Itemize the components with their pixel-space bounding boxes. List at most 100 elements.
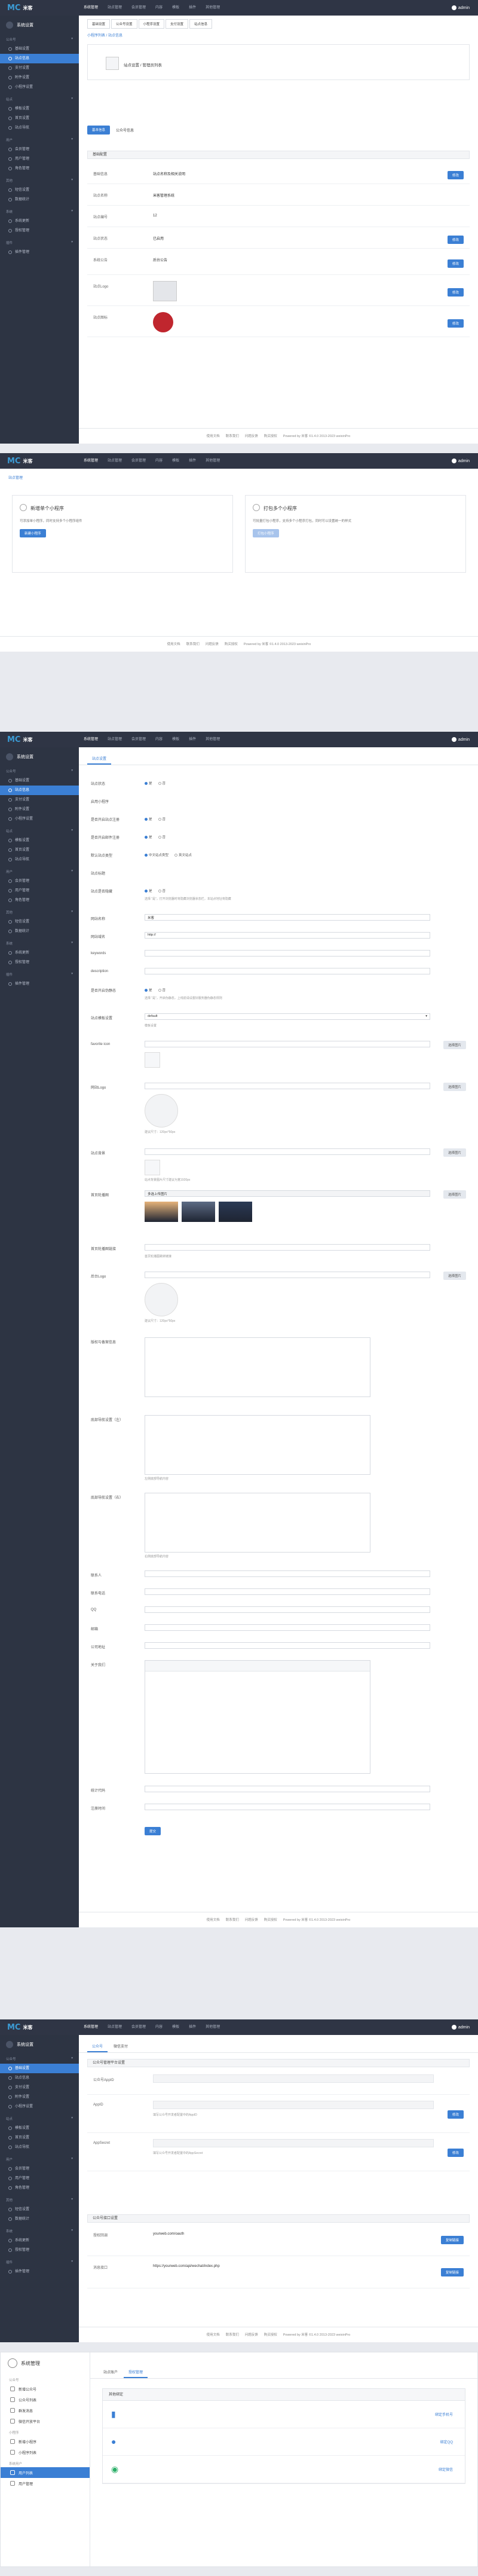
sidebar-group[interactable]: 插件 ▾ xyxy=(0,238,79,247)
top-nav-item[interactable]: 内容 xyxy=(151,453,167,469)
copy-link-button[interactable]: 复制链接 xyxy=(440,2236,464,2244)
choose-image-button[interactable]: 选择图片 xyxy=(443,1083,466,1091)
top-nav-item[interactable]: 插件 xyxy=(184,0,201,16)
sidebar-item[interactable]: 基础设置 xyxy=(0,2064,79,2073)
footer-link[interactable]: 问题反馈 xyxy=(245,2333,258,2337)
user-menu[interactable]: admin xyxy=(451,459,478,463)
top-nav-item[interactable]: 会员管理 xyxy=(127,0,151,16)
text-input[interactable]: 多选上传图片 xyxy=(145,1190,430,1197)
top-nav-item[interactable]: 模板 xyxy=(167,453,184,469)
sidebar-group[interactable]: 系统 ▾ xyxy=(0,2226,79,2236)
sidebar-item[interactable]: 授权管理 xyxy=(0,226,79,236)
radio-icon[interactable] xyxy=(158,782,161,785)
edit-button[interactable]: 修改 xyxy=(447,288,464,297)
top-nav-item[interactable]: 插件 xyxy=(184,732,201,747)
sidebar-item[interactable]: 数据统计 xyxy=(0,195,79,204)
user-menu[interactable]: admin xyxy=(451,737,478,742)
top-nav-item[interactable]: 其他管理 xyxy=(201,0,225,16)
sidebar-item[interactable]: 角色管理 xyxy=(0,164,79,173)
text-input[interactable] xyxy=(145,1606,430,1613)
tab-basic-info[interactable]: 基本信息 xyxy=(87,126,111,135)
sidebar-item[interactable]: 插件管理 xyxy=(0,979,79,989)
top-nav-item[interactable]: 站点管理 xyxy=(103,2019,127,2035)
edit-button[interactable]: 修改 xyxy=(447,236,464,244)
edit-button[interactable]: 修改 xyxy=(447,319,464,328)
sidebar-item[interactable]: 公众号列表 xyxy=(1,2394,90,2405)
text-input[interactable] xyxy=(145,968,430,974)
top-nav-item[interactable]: 会员管理 xyxy=(127,732,151,747)
sidebar-item[interactable]: 模板设置 xyxy=(0,836,79,845)
user-menu[interactable]: admin xyxy=(451,2025,478,2030)
tab[interactable]: 微信支付 xyxy=(109,2041,133,2052)
sidebar-item[interactable]: 新增公众号 xyxy=(1,2384,90,2394)
choose-image-button[interactable]: 选择图片 xyxy=(443,1041,466,1049)
sidebar-group[interactable]: 用户 ▾ xyxy=(0,2155,79,2164)
top-nav-item[interactable]: 站点管理 xyxy=(103,453,127,469)
top-tab[interactable]: 基础设置 xyxy=(87,19,111,29)
top-nav-item[interactable]: 模板 xyxy=(167,0,184,16)
sidebar-item[interactable]: 站点导航 xyxy=(0,123,79,133)
sidebar-item[interactable]: 支付设置 xyxy=(0,795,79,805)
pack-miniprogram-button[interactable]: 打包小程序 xyxy=(253,529,279,537)
text-input[interactable] xyxy=(145,1570,430,1577)
text-input[interactable] xyxy=(145,1804,430,1810)
text-input[interactable] xyxy=(153,2139,434,2147)
top-tab[interactable]: 小程序设置 xyxy=(138,19,165,29)
sidebar-group[interactable]: 用户 ▾ xyxy=(0,135,79,145)
sidebar-item[interactable]: 小程序设置 xyxy=(0,82,79,92)
sidebar-item[interactable]: 小程序列表 xyxy=(1,2447,90,2458)
radio-icon[interactable] xyxy=(158,989,161,992)
sidebar-item[interactable]: 会员管理 xyxy=(0,876,79,886)
sidebar-group[interactable]: 公众号 ▾ xyxy=(0,35,79,44)
radio-group[interactable]: 是否 xyxy=(145,817,171,821)
choose-image-button[interactable]: 选择图片 xyxy=(443,1190,466,1199)
radio-icon[interactable] xyxy=(145,836,148,839)
text-input[interactable] xyxy=(145,1786,430,1792)
sidebar-item[interactable]: 系统更新 xyxy=(0,2236,79,2245)
bind-link[interactable]: 绑定微信 xyxy=(439,2467,453,2472)
sidebar-group[interactable]: 公众号 ▾ xyxy=(0,2054,79,2064)
sidebar-group[interactable]: 其他 ▾ xyxy=(0,176,79,185)
textarea[interactable] xyxy=(145,1415,370,1475)
textarea[interactable] xyxy=(145,1493,370,1553)
sidebar-group[interactable]: 系统 ▾ xyxy=(0,939,79,948)
sidebar-item[interactable]: 短信设置 xyxy=(0,185,79,195)
footer-link[interactable]: 使用文档 xyxy=(167,643,180,646)
editor-toolbar[interactable] xyxy=(145,1661,370,1672)
top-nav-item[interactable]: 会员管理 xyxy=(127,2019,151,2035)
sidebar-item[interactable]: 插件管理 xyxy=(0,2267,79,2276)
top-nav-item[interactable]: 系统管理 xyxy=(79,2019,103,2035)
radio-group[interactable]: 中文站点类型 英文站点 xyxy=(145,852,198,857)
card-new-miniprogram[interactable]: 新增单个小程序 可添加单小程序，同时支持多个小程序组件 新建小程序 xyxy=(12,495,233,573)
sidebar-item[interactable]: 首页设置 xyxy=(0,845,79,855)
sidebar-item[interactable]: 首页设置 xyxy=(0,2133,79,2143)
text-input[interactable] xyxy=(145,1148,430,1155)
footer-link[interactable]: 联系我们 xyxy=(226,2333,239,2337)
sidebar-item[interactable]: 站点信息 xyxy=(0,2073,79,2083)
radio-group[interactable]: 是否 xyxy=(145,888,171,893)
sidebar-item[interactable]: 站点导航 xyxy=(0,855,79,864)
text-input[interactable] xyxy=(153,2101,434,2109)
choose-image-button[interactable]: 选择图片 xyxy=(443,1272,466,1280)
sidebar-group[interactable]: 站点 ▾ xyxy=(0,94,79,104)
edit-button[interactable]: 修改 xyxy=(447,2110,464,2119)
sidebar-item[interactable]: 插件管理 xyxy=(0,247,79,257)
footer-link[interactable]: 购买授权 xyxy=(264,1918,277,1922)
radio-icon[interactable] xyxy=(145,818,148,821)
sidebar-item[interactable]: 授权管理 xyxy=(0,2245,79,2255)
sidebar-item[interactable]: 模板设置 xyxy=(0,2123,79,2133)
radio-icon[interactable] xyxy=(158,836,161,839)
sidebar-item[interactable]: 支付设置 xyxy=(0,63,79,73)
text-input[interactable] xyxy=(153,2074,434,2083)
footer-link[interactable]: 使用文档 xyxy=(207,2333,220,2337)
tab-account-info[interactable]: 公众号信息 xyxy=(112,126,137,135)
sidebar-item[interactable]: 用户管理 xyxy=(1,2478,90,2489)
top-tab[interactable]: 站点信息 xyxy=(189,19,213,29)
top-nav-item[interactable]: 站点管理 xyxy=(103,0,127,16)
sidebar-item[interactable]: 站点导航 xyxy=(0,2143,79,2152)
sidebar-item[interactable]: 短信设置 xyxy=(0,917,79,927)
radio-group[interactable]: 是否 xyxy=(145,781,171,786)
top-nav-item[interactable]: 站点管理 xyxy=(103,732,127,747)
sidebar-group[interactable]: 系统 ▾ xyxy=(0,207,79,216)
text-input[interactable] xyxy=(145,1624,430,1631)
